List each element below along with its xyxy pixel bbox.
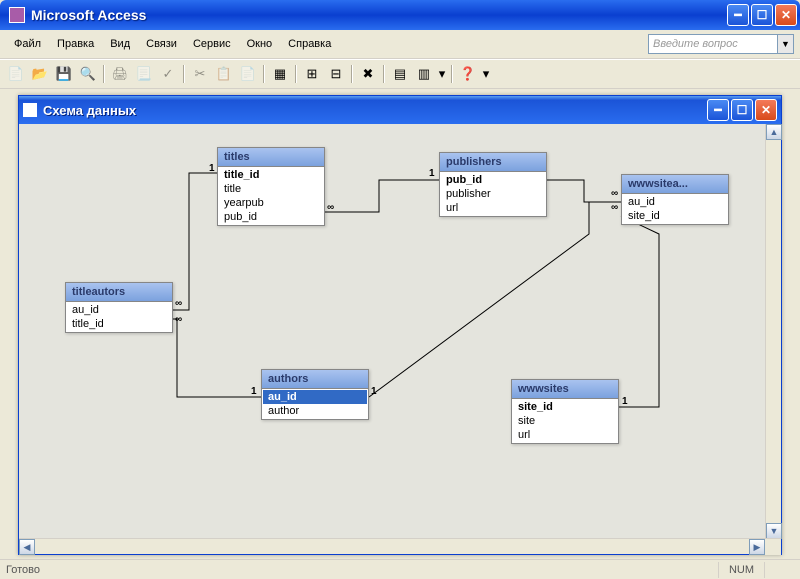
menu-edit[interactable]: Правка <box>49 36 102 52</box>
status-empty <box>764 562 794 578</box>
app-title: Microsoft Access <box>31 7 727 23</box>
table-header[interactable]: authors <box>262 370 368 389</box>
mdi-workspace: Схема данных ━ ☐ ✕ <box>0 89 800 559</box>
child-window-icon <box>23 103 37 117</box>
scroll-up-icon[interactable]: ▲ <box>766 124 782 140</box>
cut-icon: ✂ <box>189 63 211 85</box>
table-header[interactable]: titles <box>218 148 324 167</box>
cardinality-inf: ∞ <box>327 202 334 213</box>
table-header[interactable]: titleautors <box>66 283 172 302</box>
scroll-right-icon[interactable]: ▶ <box>749 539 765 555</box>
delete-icon[interactable]: ✖ <box>357 63 379 85</box>
field-url[interactable]: url <box>441 201 545 215</box>
vertical-scrollbar[interactable]: ▲ ▼ <box>765 124 781 539</box>
menu-view[interactable]: Вид <box>102 36 138 52</box>
spelling-icon: ✓ <box>157 63 179 85</box>
show-all-icon[interactable]: ⊟ <box>325 63 347 85</box>
relations-dropdown-icon[interactable]: ▾ <box>437 63 447 85</box>
minimize-button[interactable]: ━ <box>727 4 749 26</box>
field-au-id[interactable]: au_id <box>67 303 171 317</box>
show-direct-icon[interactable]: ⊞ <box>301 63 323 85</box>
new-file-icon: 📄 <box>5 63 27 85</box>
main-titlebar: Microsoft Access ━ ☐ ✕ <box>0 0 800 30</box>
save-icon[interactable]: 💾 <box>53 63 75 85</box>
cardinality-1: 1 <box>251 386 257 397</box>
table-publishers[interactable]: publishers pub_id publisher url <box>439 152 547 217</box>
table-titleautors[interactable]: titleautors au_id title_id <box>65 282 173 333</box>
statusbar: Готово NUM <box>0 559 800 579</box>
print-preview-icon: 📃 <box>133 63 155 85</box>
scroll-left-icon[interactable]: ◀ <box>19 539 35 555</box>
cardinality-1: 1 <box>209 163 215 174</box>
scroll-corner <box>765 539 781 555</box>
open-folder-icon[interactable]: 📂 <box>29 63 51 85</box>
relationships-window: Схема данных ━ ☐ ✕ <box>18 95 782 555</box>
app-icon <box>9 7 25 23</box>
field-pub-id[interactable]: pub_id <box>441 173 545 187</box>
field-site-id[interactable]: site_id <box>513 400 617 414</box>
field-publisher[interactable]: publisher <box>441 187 545 201</box>
toolbar: 📄 📂 💾 🔍 🖨 📃 ✓ ✂ 📋 📄 ▦ ⊞ ⊟ ✖ ▤ ▥ ▾ ❓ ▾ <box>0 59 800 89</box>
menu-file[interactable]: Файл <box>6 36 49 52</box>
copy-icon: 📋 <box>213 63 235 85</box>
menu-help[interactable]: Справка <box>280 36 339 52</box>
help-dropdown-icon[interactable]: ▾ <box>481 63 491 85</box>
field-site[interactable]: site <box>513 414 617 428</box>
child-titlebar[interactable]: Схема данных ━ ☐ ✕ <box>19 96 781 124</box>
table-header[interactable]: publishers <box>440 153 546 172</box>
horizontal-scrollbar[interactable]: ◀ ▶ <box>19 538 781 554</box>
help-icon[interactable]: ❓ <box>457 63 479 85</box>
menu-service[interactable]: Сервис <box>185 36 239 52</box>
child-minimize-button[interactable]: ━ <box>707 99 729 121</box>
cardinality-inf: ∞ <box>611 188 618 199</box>
scroll-track-v[interactable] <box>766 140 781 523</box>
print-icon: 🖨 <box>109 63 131 85</box>
cardinality-1: 1 <box>429 168 435 179</box>
child-maximize-button[interactable]: ☐ <box>731 99 753 121</box>
field-title-id[interactable]: title_id <box>67 317 171 331</box>
cardinality-inf: ∞ <box>175 298 182 309</box>
help-search-dropdown[interactable]: ▼ <box>778 34 794 54</box>
search-icon[interactable]: 🔍 <box>77 63 99 85</box>
layout-icon[interactable]: ▤ <box>389 63 411 85</box>
field-yearpub[interactable]: yearpub <box>219 196 323 210</box>
scroll-track-h[interactable] <box>35 539 749 554</box>
relations-icon[interactable]: ▥ <box>413 63 435 85</box>
field-au-id[interactable]: au_id <box>623 195 727 209</box>
field-title-id[interactable]: title_id <box>219 168 323 182</box>
cardinality-inf: ∞ <box>611 202 618 213</box>
menubar: Файл Правка Вид Связи Сервис Окно Справк… <box>0 30 800 59</box>
help-search-input[interactable]: Введите вопрос <box>648 34 778 54</box>
table-wwwsiteauthors[interactable]: wwwsitea... au_id site_id <box>621 174 729 225</box>
cardinality-1: 1 <box>371 386 377 397</box>
field-url[interactable]: url <box>513 428 617 442</box>
paste-icon: 📄 <box>237 63 259 85</box>
table-authors[interactable]: authors au_id author <box>261 369 369 420</box>
maximize-button[interactable]: ☐ <box>751 4 773 26</box>
table-header[interactable]: wwwsitea... <box>622 175 728 194</box>
add-table-icon[interactable]: ▦ <box>269 63 291 85</box>
table-titles[interactable]: titles title_id title yearpub pub_id <box>217 147 325 226</box>
cardinality-inf: ∞ <box>175 314 182 325</box>
child-close-button[interactable]: ✕ <box>755 99 777 121</box>
field-author[interactable]: author <box>263 404 367 418</box>
table-wwwsites[interactable]: wwwsites site_id site url <box>511 379 619 444</box>
field-site-id[interactable]: site_id <box>623 209 727 223</box>
close-button[interactable]: ✕ <box>775 4 797 26</box>
table-header[interactable]: wwwsites <box>512 380 618 399</box>
cardinality-1: 1 <box>622 396 628 407</box>
scroll-down-icon[interactable]: ▼ <box>766 523 782 539</box>
status-num: NUM <box>718 562 764 578</box>
field-au-id[interactable]: au_id <box>263 390 367 404</box>
relationships-canvas[interactable]: 1 ∞ ∞ 1 ∞ ∞ 1 ∞ 1 1 titleautors au_id ti… <box>19 124 767 539</box>
field-pub-id[interactable]: pub_id <box>219 210 323 224</box>
field-title[interactable]: title <box>219 182 323 196</box>
menu-window[interactable]: Окно <box>239 36 281 52</box>
child-window-title: Схема данных <box>43 103 707 118</box>
menu-links[interactable]: Связи <box>138 36 185 52</box>
